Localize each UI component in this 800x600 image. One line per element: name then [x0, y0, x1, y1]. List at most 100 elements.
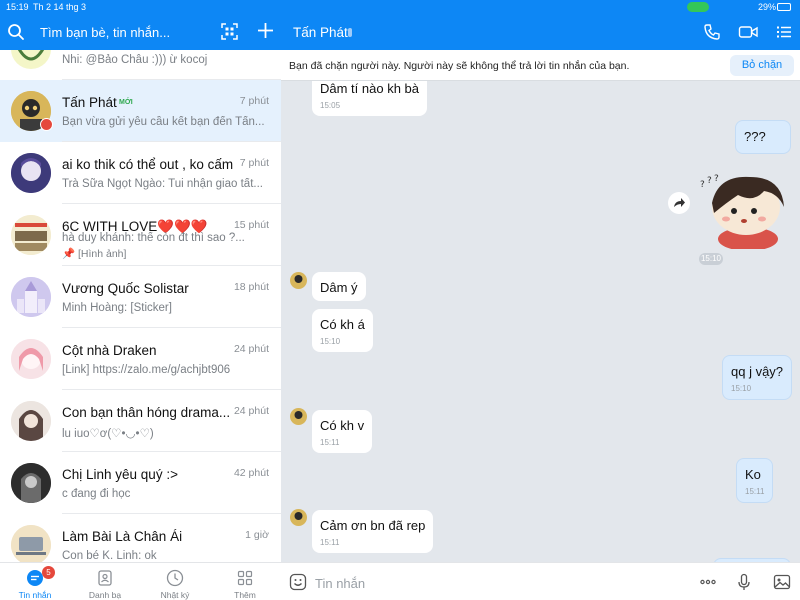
conversation-item[interactable]: Cột nhà Draken 24 phút [Link] https://za…	[0, 328, 281, 390]
message-text: Dâm ý	[320, 280, 358, 295]
chat-pane: 29% Tấn Phát Bạn đã chặn người này. Ngườ…	[281, 0, 800, 600]
avatar	[11, 50, 51, 69]
clock-icon	[166, 569, 184, 587]
message-bubble-outgoing: ???	[735, 120, 791, 154]
conversation-list: Nhi: @Bảo Châu :))) ừ kocoj Tấn Phát MỚI…	[0, 50, 281, 562]
conversation-item[interactable]: Làm Bài Là Chân Ái 1 giờ Con bé K. Linh:…	[0, 514, 281, 562]
conversation-time: 7 phút	[239, 95, 269, 107]
tab-label: Thêm	[234, 590, 256, 600]
conversation-time: 18 phút	[233, 281, 269, 293]
message-bubble-incoming: Có kh á 15:10	[312, 309, 373, 352]
bottom-navigation: 5 Tin nhắn Danh bạ Nhật ký Thêm	[0, 562, 281, 600]
tab-label: Nhật ký	[160, 590, 190, 600]
conversation-name: Tấn Phát	[62, 95, 117, 110]
message-text: Ko	[745, 467, 761, 482]
conversation-item[interactable]: Chị Linh yêu quý :> 42 phút c đang đi họ…	[0, 452, 281, 514]
sticker-time: 15:10	[699, 253, 723, 265]
message-bubble-incoming: Dâm ý	[312, 272, 366, 301]
chat-header: 29% Tấn Phát	[281, 0, 800, 50]
avatar	[11, 463, 51, 503]
conversation-time: 15 phút	[233, 219, 269, 231]
search-icon[interactable]	[7, 23, 25, 41]
message-time: 15:05	[320, 101, 341, 110]
conversation-name: Làm Bài Là Chân Ái	[62, 529, 183, 544]
conversation-item[interactable]: Vương Quốc Solistar 18 phút Minh Hoàng: …	[0, 266, 281, 328]
message-list: Dâm tí nào kh bà 15:05 ??? ? ? ? 15:10 D…	[281, 81, 800, 562]
image-icon[interactable]	[773, 573, 791, 591]
message-bubble-incoming: Có kh v 15:11	[312, 410, 373, 453]
add-icon[interactable]	[257, 22, 274, 39]
avatar	[11, 339, 51, 379]
video-call-icon[interactable]	[738, 23, 758, 41]
svg-text:?: ?	[714, 174, 719, 184]
conversation-sidebar: 15:19 Th 2 14 thg 3 Tìm bạn bè, tin nhắn…	[0, 0, 281, 600]
grid-icon	[237, 570, 253, 586]
sender-avatar	[290, 408, 307, 425]
message-input[interactable]	[315, 574, 655, 592]
conversation-preview-pinned: 📌 [Hình ảnh]	[62, 248, 127, 260]
share-button[interactable]	[668, 192, 690, 214]
forward-icon	[674, 198, 685, 207]
tab-diary[interactable]: Nhật ký	[140, 563, 210, 600]
conversation-preview: hà duy khánh: thế còn đt thì sao ?...	[62, 232, 245, 244]
avatar	[11, 215, 51, 255]
battery-level: 29%	[757, 2, 776, 12]
sender-avatar	[290, 509, 307, 526]
conversation-preview: Nhi: @Bảo Châu :))) ừ kocoj	[62, 54, 208, 66]
conversation-name: Vương Quốc Solistar	[62, 281, 189, 296]
conversation-item[interactable]: Nhi: @Bảo Châu :))) ừ kocoj	[0, 50, 281, 80]
conversation-name: Con bạn thân hóng drama...	[62, 405, 231, 420]
typing-indicator-icon	[348, 28, 352, 37]
svg-text:?: ?	[707, 176, 712, 186]
chat-title[interactable]: Tấn Phát	[293, 25, 348, 40]
conversation-time: 24 phút	[233, 343, 269, 355]
message-time: 15:11	[320, 438, 340, 447]
message-bubble-incoming: Cảm ơn bn đã rep 15:11	[312, 510, 434, 553]
message-time: 15:11	[745, 487, 765, 496]
unblock-button[interactable]: Bỏ chặn	[730, 55, 794, 76]
avatar	[11, 277, 51, 317]
blocked-indicator	[40, 118, 53, 131]
camera-active-indicator	[687, 2, 709, 12]
conversation-item[interactable]: ai ko thik có thể out , ko cấm 7 phút Tr…	[0, 142, 281, 204]
battery-icon	[777, 3, 791, 11]
conversation-preview: [Link] https://zalo.me/g/achjbt906	[62, 364, 231, 376]
conversation-name: Chị Linh yêu quý :>	[62, 467, 178, 482]
conversation-preview: Minh Hoàng: [Sticker]	[62, 302, 172, 314]
tab-messages[interactable]: 5 Tin nhắn	[0, 563, 70, 600]
conversation-name: Cột nhà Draken	[62, 343, 157, 358]
tab-more[interactable]: Thêm	[210, 563, 280, 600]
message-composer	[281, 562, 800, 600]
message-bubble-outgoing: Ko 15:11	[736, 458, 774, 503]
qr-scan-icon[interactable]	[221, 23, 238, 40]
more-options-icon[interactable]	[699, 573, 717, 591]
avatar	[11, 153, 51, 193]
search-input[interactable]: Tìm bạn bè, tin nhắn...	[40, 25, 170, 40]
conversation-preview: Trà Sữa Ngọt Ngào: Tui nhận giao tất...	[62, 178, 263, 190]
message-text: Dâm tí nào kh bà	[320, 81, 419, 96]
sticker-image: ? ? ?	[700, 174, 784, 249]
unread-badge: 5	[42, 566, 55, 579]
status-time: 15:19	[6, 2, 29, 12]
message-time: 15:10	[320, 337, 341, 346]
microphone-icon[interactable]	[735, 573, 753, 591]
phone-call-icon[interactable]	[703, 23, 721, 41]
message-bubble-incoming: Dâm tí nào kh bà 15:05	[312, 81, 427, 116]
message-text: qq j vậy?	[731, 364, 784, 379]
avatar	[11, 525, 51, 562]
tab-label: Danh bạ	[88, 590, 122, 600]
contacts-icon	[98, 570, 112, 586]
sender-avatar	[290, 272, 307, 289]
message-text: Có kh v	[320, 418, 365, 433]
message-bubble-outgoing: qq j vậy? 15:10	[722, 355, 793, 400]
conversation-item[interactable]: Con bạn thân hóng drama... 24 phút lu iu…	[0, 390, 281, 452]
conversation-item-tan-phat[interactable]: Tấn Phát MỚI 7 phút Bạn vừa gửi yêu cầu …	[0, 80, 281, 142]
blocked-notice-bar: Bạn đã chặn người này. Người này sẽ khôn…	[281, 50, 800, 81]
conversation-time: 24 phút	[233, 405, 269, 417]
emoji-icon[interactable]	[289, 573, 307, 591]
tab-contacts[interactable]: Danh bạ	[70, 563, 140, 600]
status-date: Th 2 14 thg 3	[33, 2, 87, 12]
conversation-preview: Bạn vừa gửi yêu cầu kết bạn đến Tấn...	[62, 116, 265, 128]
menu-list-icon[interactable]	[775, 23, 793, 41]
conversation-item[interactable]: 6C WITH LOVE❤️❤️❤️ 15 phút hà duy khánh:…	[0, 204, 281, 266]
